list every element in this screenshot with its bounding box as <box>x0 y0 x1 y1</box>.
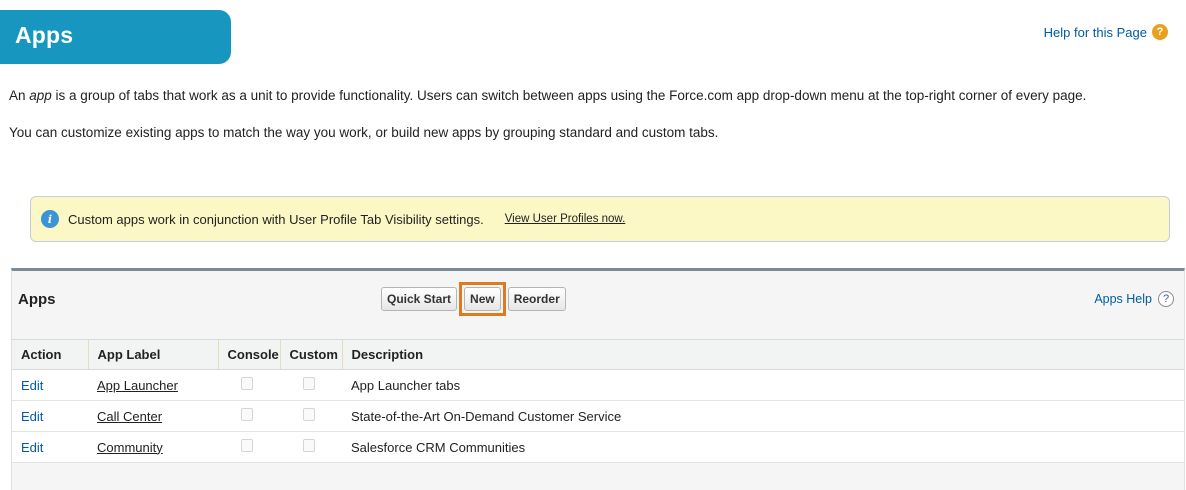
table-row: Edit App Launcher App Launcher tabs <box>12 369 1184 401</box>
column-header-app-label: App Label <box>87 339 218 370</box>
apps-help-link[interactable]: Apps Help <box>1094 292 1152 306</box>
app-label-link[interactable]: App Launcher <box>97 378 178 393</box>
edit-link[interactable]: Edit <box>21 440 43 455</box>
edit-link[interactable]: Edit <box>21 409 43 424</box>
custom-checkbox <box>303 439 315 452</box>
panel-title: Apps <box>18 291 56 308</box>
table-row: Edit Community Salesforce CRM Communitie… <box>12 431 1184 463</box>
column-header-console: Console <box>217 339 280 370</box>
intro-paragraph-1: An app is a group of tabs that work as a… <box>9 88 1086 103</box>
apps-help[interactable]: Apps Help ? <box>1094 291 1174 307</box>
intro-text-suffix: is a group of tabs that work as a unit t… <box>51 88 1087 103</box>
intro-text-em: app <box>29 88 52 103</box>
panel-button-group: Quick Start New Reorder <box>381 282 566 316</box>
column-header-action: Action <box>12 339 88 370</box>
apps-list-panel: Apps Quick Start New Reorder Apps Help ?… <box>11 268 1185 490</box>
description-cell: State-of-the-Art On-Demand Customer Serv… <box>342 400 1184 432</box>
console-checkbox <box>241 439 253 452</box>
intro-paragraph-2: You can customize existing apps to match… <box>9 125 719 140</box>
console-checkbox <box>241 408 253 421</box>
question-circle-icon[interactable]: ? <box>1158 291 1174 307</box>
apps-table: Action App Label Console Custom Descript… <box>12 339 1184 463</box>
table-header-row: Action App Label Console Custom Descript… <box>12 339 1184 370</box>
info-message-box: i Custom apps work in conjunction with U… <box>30 196 1170 242</box>
reorder-button[interactable]: Reorder <box>507 287 566 311</box>
intro-text-prefix: An <box>9 88 30 103</box>
table-row: Edit Call Center State-of-the-Art On-Dem… <box>12 400 1184 432</box>
edit-link[interactable]: Edit <box>21 378 43 393</box>
app-label-link[interactable]: Community <box>97 440 163 455</box>
view-user-profiles-link[interactable]: View User Profiles now. <box>505 213 626 225</box>
page-title: Apps <box>15 22 74 48</box>
quick-start-button[interactable]: Quick Start <box>381 287 458 311</box>
new-button[interactable]: New <box>464 287 501 311</box>
app-label-link[interactable]: Call Center <box>97 409 162 424</box>
info-icon: i <box>41 210 59 228</box>
custom-checkbox <box>303 408 315 421</box>
new-button-highlight: New <box>459 282 506 316</box>
info-message-text: Custom apps work in conjunction with Use… <box>68 211 484 227</box>
help-for-page-link[interactable]: Help for this Page <box>1044 25 1147 40</box>
console-checkbox <box>241 377 253 390</box>
custom-checkbox <box>303 377 315 390</box>
column-header-custom: Custom <box>279 339 342 370</box>
column-header-description: Description <box>341 339 1184 370</box>
question-orange-icon[interactable]: ? <box>1152 24 1168 40</box>
help-for-page[interactable]: Help for this Page ? <box>1044 24 1168 40</box>
description-cell: Salesforce CRM Communities <box>342 431 1184 463</box>
description-cell: App Launcher tabs <box>342 369 1184 401</box>
